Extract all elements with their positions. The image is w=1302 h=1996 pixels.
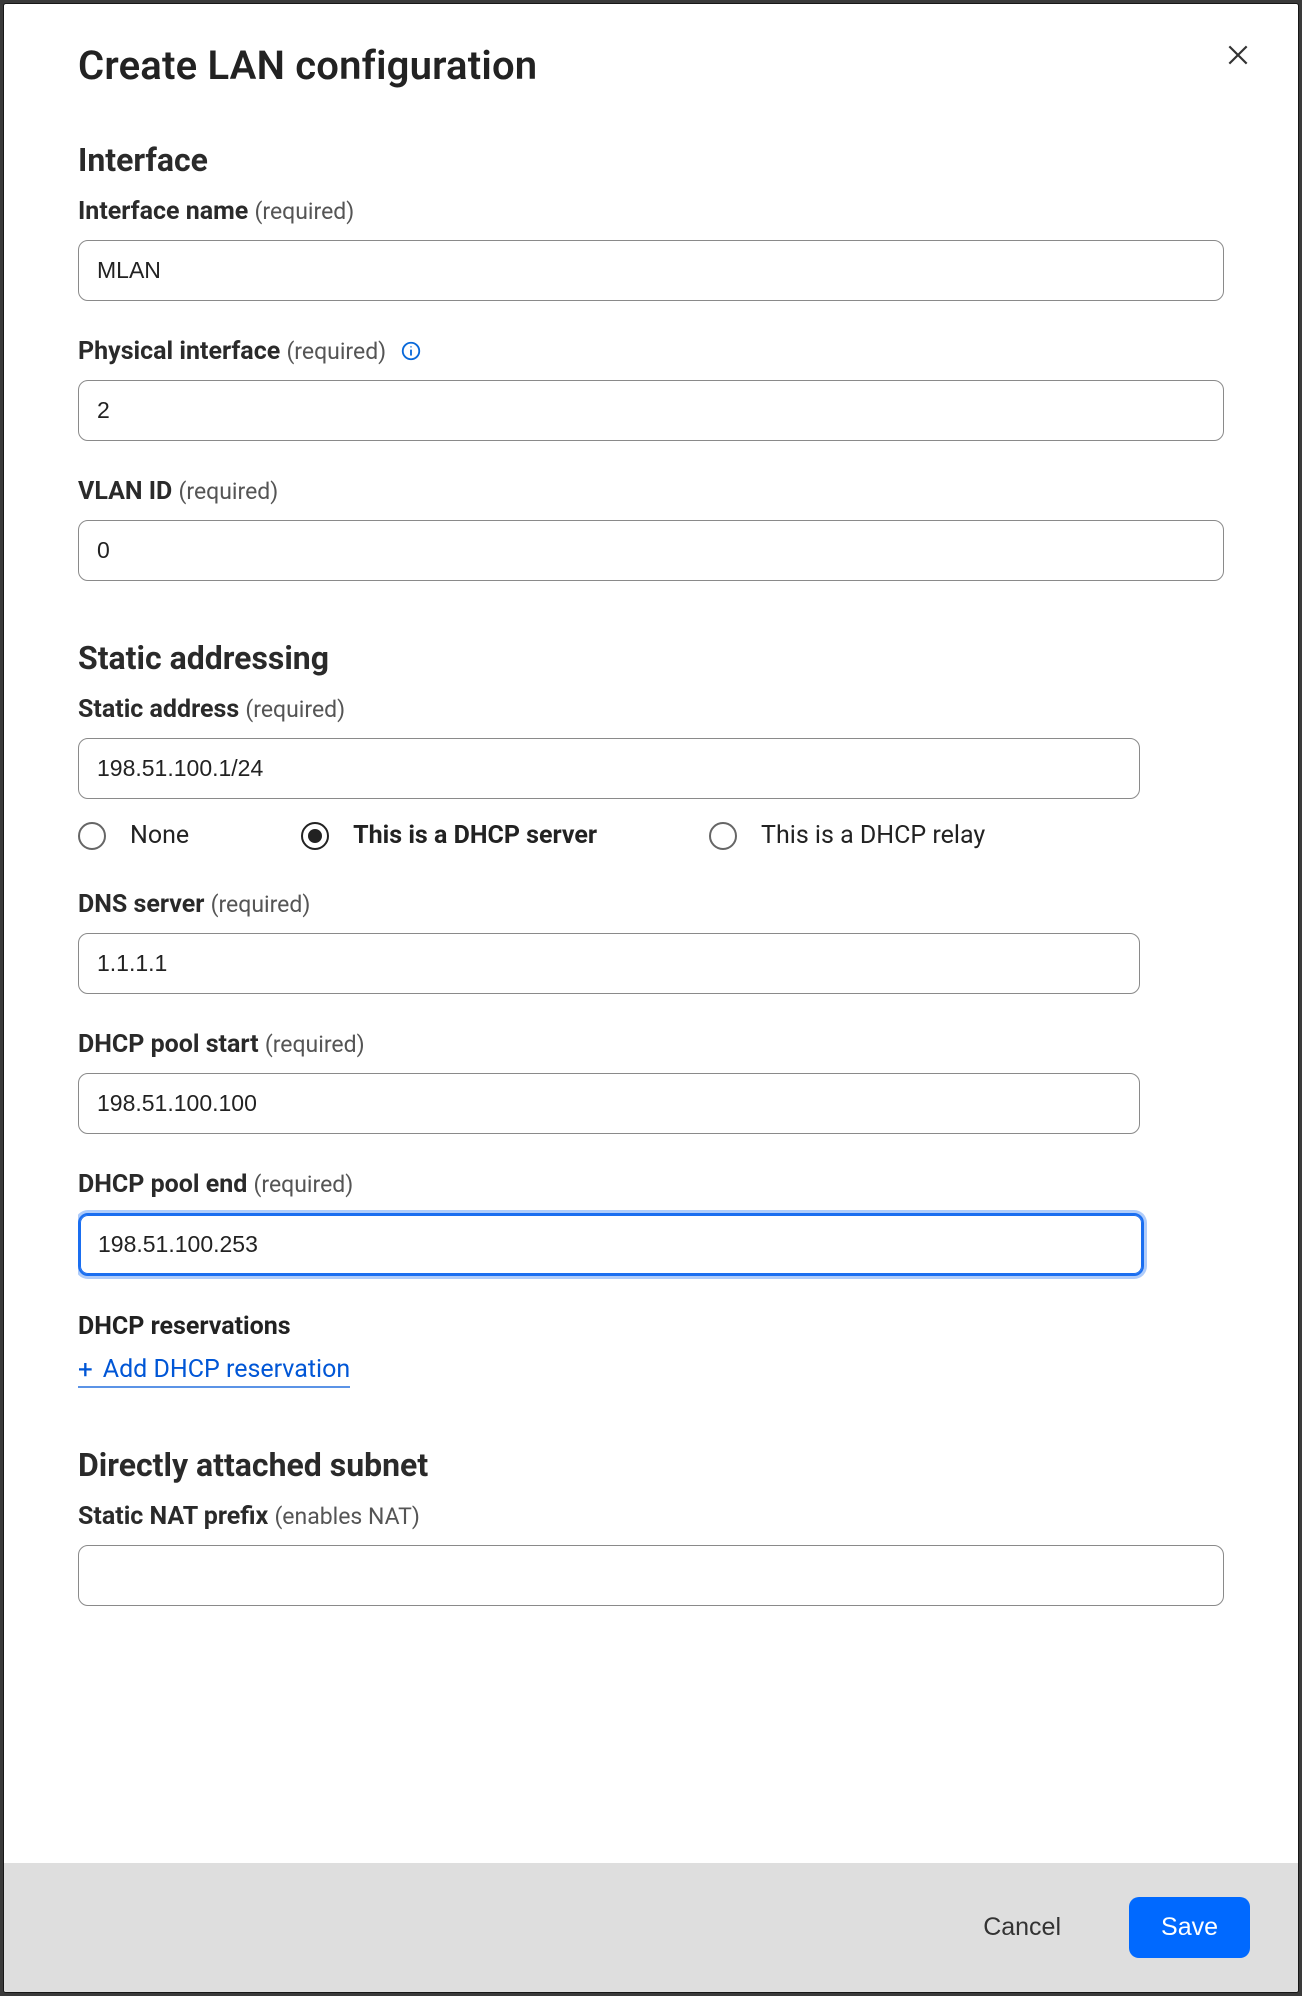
radio-icon xyxy=(301,822,329,850)
section-attached-subnet-title: Directly attached subnet xyxy=(78,1446,1224,1484)
radio-icon xyxy=(78,822,106,850)
static-address-hint: (required) xyxy=(245,696,345,723)
radio-dhcp-none[interactable]: None xyxy=(78,821,189,850)
info-icon[interactable] xyxy=(400,340,422,362)
physical-interface-input[interactable] xyxy=(78,380,1224,441)
radio-icon xyxy=(709,822,737,850)
dialog-title: Create LAN configuration xyxy=(78,42,537,89)
static-nat-prefix-label-text: Static NAT prefix xyxy=(78,1502,268,1531)
vlan-id-label-text: VLAN ID xyxy=(78,477,172,506)
section-attached-subnet: Directly attached subnet Static NAT pref… xyxy=(78,1446,1224,1606)
dns-server-input[interactable] xyxy=(78,933,1140,994)
field-dhcp-pool-start: DHCP pool start (required) xyxy=(78,1030,1224,1134)
dialog-body-wrap: Interface Interface name (required) Phys… xyxy=(4,97,1298,1863)
dhcp-mode-radio-group: None This is a DHCP server This is a DHC… xyxy=(78,821,1224,850)
dialog-footer: Cancel Save xyxy=(4,1863,1298,1992)
save-button[interactable]: Save xyxy=(1129,1897,1250,1958)
dhcp-pool-end-hint: (required) xyxy=(254,1171,354,1198)
physical-interface-hint: (required) xyxy=(286,338,386,365)
dhcp-pool-end-label: DHCP pool end (required) xyxy=(78,1170,353,1199)
dns-server-hint: (required) xyxy=(211,891,311,918)
interface-name-hint: (required) xyxy=(255,198,355,225)
plus-icon: + xyxy=(78,1357,93,1383)
physical-interface-label-text: Physical interface xyxy=(78,337,280,366)
section-static-addressing-title: Static addressing xyxy=(78,639,1224,677)
vlan-id-hint: (required) xyxy=(179,478,279,505)
field-interface-name: Interface name (required) xyxy=(78,197,1224,301)
radio-relay-label: This is a DHCP relay xyxy=(761,821,985,850)
close-button[interactable] xyxy=(1218,36,1258,76)
dhcp-pool-start-hint: (required) xyxy=(265,1031,365,1058)
radio-none-label: None xyxy=(130,821,189,850)
add-dhcp-reservation-label: Add DHCP reservation xyxy=(103,1355,350,1384)
static-nat-prefix-hint: (enables NAT) xyxy=(274,1503,419,1530)
dialog-header: Create LAN configuration xyxy=(4,4,1298,97)
dialog-scroll-area[interactable]: Interface Interface name (required) Phys… xyxy=(78,97,1264,1863)
close-icon xyxy=(1225,42,1251,71)
interface-name-label-text: Interface name xyxy=(78,197,248,226)
field-dns-server: DNS server (required) xyxy=(78,890,1224,994)
interface-name-input[interactable] xyxy=(78,240,1224,301)
cancel-button[interactable]: Cancel xyxy=(951,1897,1093,1958)
dhcp-pool-start-label: DHCP pool start (required) xyxy=(78,1030,365,1059)
section-static-addressing: Static addressing Static address (requir… xyxy=(78,639,1224,1388)
field-vlan-id: VLAN ID (required) xyxy=(78,477,1224,581)
static-nat-prefix-label: Static NAT prefix (enables NAT) xyxy=(78,1502,420,1531)
static-nat-prefix-input[interactable] xyxy=(78,1545,1224,1606)
dhcp-pool-end-label-text: DHCP pool end xyxy=(78,1170,247,1199)
interface-name-label: Interface name (required) xyxy=(78,197,354,226)
add-dhcp-reservation-link[interactable]: + Add DHCP reservation xyxy=(78,1355,350,1388)
create-lan-dialog: Create LAN configuration Interface Inter… xyxy=(4,4,1298,1992)
dhcp-pool-start-label-text: DHCP pool start xyxy=(78,1030,259,1059)
field-dhcp-pool-end: DHCP pool end (required) xyxy=(78,1170,1224,1276)
radio-dhcp-server[interactable]: This is a DHCP server xyxy=(301,821,597,850)
field-physical-interface: Physical interface (required) xyxy=(78,337,1224,441)
dns-server-label-text: DNS server xyxy=(78,890,204,919)
dns-server-label: DNS server (required) xyxy=(78,890,310,919)
static-address-label-text: Static address xyxy=(78,695,239,724)
dhcp-reservations-title: DHCP reservations xyxy=(78,1312,1224,1341)
modal-backdrop: Create LAN configuration Interface Inter… xyxy=(0,0,1302,1996)
dhcp-pool-end-input[interactable] xyxy=(78,1213,1144,1276)
section-interface-title: Interface xyxy=(78,141,1224,179)
vlan-id-label: VLAN ID (required) xyxy=(78,477,278,506)
vlan-id-input[interactable] xyxy=(78,520,1224,581)
section-interface: Interface Interface name (required) Phys… xyxy=(78,141,1224,581)
physical-interface-label: Physical interface (required) xyxy=(78,337,422,366)
field-dhcp-reservations: DHCP reservations + Add DHCP reservation xyxy=(78,1312,1224,1388)
static-address-label: Static address (required) xyxy=(78,695,345,724)
dhcp-pool-start-input[interactable] xyxy=(78,1073,1140,1134)
field-static-nat-prefix: Static NAT prefix (enables NAT) xyxy=(78,1502,1224,1606)
field-static-address: Static address (required) xyxy=(78,695,1224,799)
radio-server-label: This is a DHCP server xyxy=(353,821,597,850)
static-address-input[interactable] xyxy=(78,738,1140,799)
radio-dhcp-relay[interactable]: This is a DHCP relay xyxy=(709,821,985,850)
